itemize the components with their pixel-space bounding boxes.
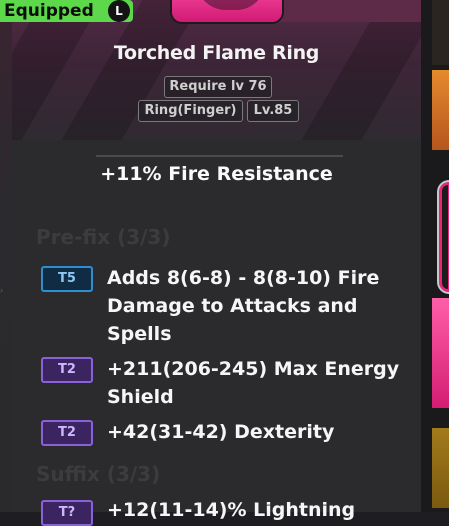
tier-badge: T2 [41, 357, 93, 383]
left-edge-panel [0, 0, 12, 512]
item-name: Torched Flame Ring [113, 42, 320, 64]
inventory-slot[interactable] [432, 428, 449, 508]
inventory-slot-selected[interactable] [437, 180, 449, 294]
prefix-mod: Adds 8(6-8) - 8(8-10) Fire Damage to Att… [107, 267, 380, 345]
inventory-slot[interactable] [432, 0, 449, 65]
header-accent [268, 0, 421, 22]
equipped-label: Equipped [4, 1, 94, 21]
require-level-tag: Require lv 76 [164, 76, 272, 98]
item-level-tag: Lv.85 [247, 100, 299, 122]
scroll-hint-icon: › [0, 286, 4, 295]
suffix-heading: Suffix (3/3) [36, 462, 161, 486]
tier-badge: T2 [41, 420, 93, 446]
prefix-mod: +42(31-42) Dexterity [107, 421, 335, 443]
tier-badge: T5 [41, 266, 93, 292]
tier-badge: T? [41, 500, 93, 526]
suffix-mod: +12(11-14)% Lightning [107, 499, 356, 521]
l-key-icon[interactable]: L [108, 0, 130, 22]
equipped-badge: Equipped L [0, 0, 133, 22]
item-type-tag: Ring(Finger) [138, 100, 243, 122]
implicit-mod: +11% Fire Resistance [100, 163, 333, 185]
inventory-slot[interactable] [432, 298, 449, 408]
inventory-slot[interactable] [432, 70, 449, 150]
prefix-mod: +211(206-245) Max Energy Shield [107, 358, 400, 408]
prefix-heading: Pre-fix (3/3) [36, 225, 171, 249]
divider [96, 155, 343, 157]
